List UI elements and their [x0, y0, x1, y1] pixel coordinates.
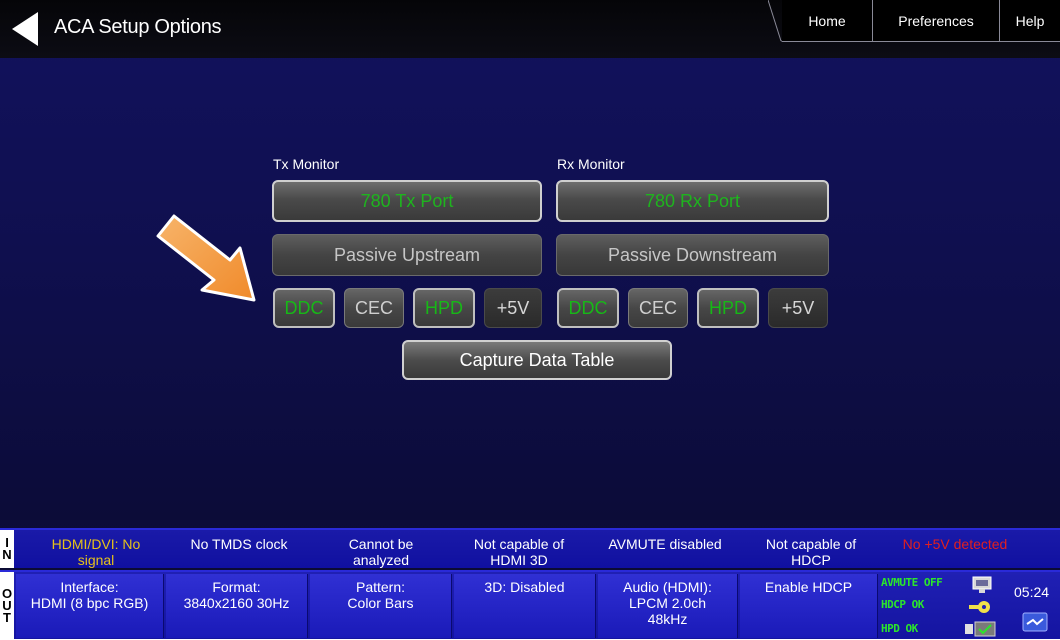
status-line: Format:	[212, 579, 261, 595]
out-side-label: O U T	[0, 572, 14, 639]
status-line: 3840x2160 30Hz	[183, 595, 290, 611]
key-icon	[969, 601, 990, 613]
in-side-label: I N	[0, 530, 14, 568]
rx-hpd-button[interactable]: HPD	[697, 288, 759, 328]
status-line: Pattern:	[355, 579, 406, 595]
passive-upstream-button[interactable]: Passive Upstream	[272, 234, 542, 276]
tx-port-button[interactable]: 780 Tx Port	[272, 180, 542, 222]
tx-monitor-label: Tx Monitor	[273, 156, 340, 172]
status-line: Not capable of	[765, 536, 857, 552]
pointer-arrow-icon	[156, 214, 256, 302]
in-5v-status: No +5V detected	[880, 536, 1030, 552]
status-line: HDMI 3D	[490, 552, 548, 568]
out-format-button[interactable]: Format: 3840x2160 30Hz	[166, 574, 308, 638]
enable-hdcp-button[interactable]: Enable HDCP	[740, 574, 878, 638]
tab-divider	[768, 0, 782, 42]
status-line: 3D: Disabled	[484, 579, 565, 595]
in-hdcp-status: Not capable of HDCP	[738, 536, 884, 568]
status-line: AVMUTE disabled	[608, 536, 722, 552]
rx-cec-button[interactable]: CEC	[628, 288, 688, 328]
passive-downstream-button[interactable]: Passive Downstream	[556, 234, 829, 276]
tx-cec-button[interactable]: CEC	[344, 288, 404, 328]
tab-help[interactable]: Help	[999, 0, 1060, 42]
status-line: analyzed	[352, 552, 410, 568]
status-line: Not capable of	[473, 536, 565, 552]
keyboard-icon[interactable]	[1022, 612, 1048, 632]
capture-data-table-button[interactable]: Capture Data Table	[402, 340, 672, 380]
hdcp-indicator: HDCP OK	[881, 598, 924, 611]
in-signal-status: HDMI/DVI: No signal	[22, 536, 170, 568]
output-status-bar: O U T Interface: HDMI (8 bpc RGB) Format…	[0, 570, 1060, 639]
in-avmute-status: AVMUTE disabled	[590, 536, 740, 552]
input-status-bar: I N HDMI/DVI: No signal No TMDS clock Ca…	[0, 528, 1060, 568]
clock: 05:24	[1014, 584, 1050, 600]
rx-5v-button[interactable]: +5V	[768, 288, 828, 328]
side-letter: N	[2, 547, 12, 562]
out-audio-button[interactable]: Audio (HDMI): LPCM 2.0ch 48kHz	[598, 574, 738, 638]
status-line: Enable HDCP	[764, 579, 853, 595]
rx-ddc-button[interactable]: DDC	[557, 288, 619, 328]
status-line: Interface:	[60, 579, 119, 595]
status-line: 48kHz	[647, 611, 688, 627]
title-bar: ACA Setup Options Home Preferences Help	[0, 0, 1060, 58]
tx-hpd-button[interactable]: HPD	[413, 288, 475, 328]
status-line: Audio (HDMI):	[623, 579, 712, 595]
status-line: Cannot be	[348, 536, 414, 552]
tab-preferences[interactable]: Preferences	[872, 0, 999, 42]
nav-tabs: Home Preferences Help	[768, 0, 1060, 42]
avmute-indicator: AVMUTE OFF	[881, 576, 943, 589]
status-line: HDCP	[791, 552, 831, 568]
status-line: No +5V detected	[902, 536, 1008, 552]
rx-port-button[interactable]: 780 Rx Port	[556, 180, 829, 222]
tab-home[interactable]: Home	[782, 0, 872, 42]
tx-ddc-button[interactable]: DDC	[273, 288, 335, 328]
out-pattern-button[interactable]: Pattern: Color Bars	[310, 574, 452, 638]
rx-monitor-label: Rx Monitor	[557, 156, 625, 172]
status-line: HDMI (8 bpc RGB)	[30, 595, 149, 611]
status-line: HDMI/DVI: No	[51, 536, 141, 552]
side-letter: T	[3, 609, 11, 625]
status-indicators: AVMUTE OFF HDCP OK HPD OK	[879, 574, 1005, 640]
status-line: Color Bars	[347, 595, 414, 611]
status-line: signal	[77, 552, 115, 568]
page-title: ACA Setup Options	[54, 16, 222, 38]
status-line: LPCM 2.0ch	[628, 595, 707, 611]
back-arrow-icon[interactable]	[8, 10, 44, 48]
tx-5v-button[interactable]: +5V	[484, 288, 542, 328]
hpd-indicator: HPD OK	[881, 622, 918, 635]
out-interface-button[interactable]: Interface: HDMI (8 bpc RGB)	[16, 574, 164, 638]
in-tmds-status: No TMDS clock	[166, 536, 312, 552]
in-3d-status: Not capable of HDMI 3D	[446, 536, 592, 568]
connector-icon	[965, 621, 996, 637]
in-analyze-status: Cannot be analyzed	[308, 536, 454, 568]
screen: ACA Setup Options Home Preferences Help …	[0, 0, 1060, 639]
status-line: No TMDS clock	[190, 536, 288, 552]
out-3d-button[interactable]: 3D: Disabled	[454, 574, 596, 638]
monitor-icon	[972, 576, 992, 593]
